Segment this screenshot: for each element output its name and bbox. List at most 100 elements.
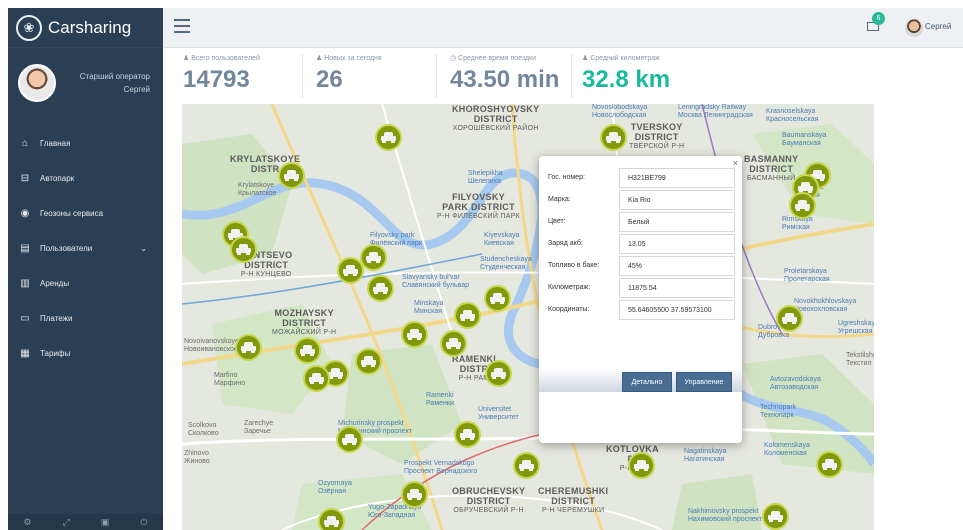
map-place-label: Proletarskaya Пролетарская bbox=[784, 268, 830, 283]
car-icon bbox=[236, 244, 251, 255]
car-marker[interactable] bbox=[367, 275, 394, 302]
car-marker[interactable] bbox=[600, 124, 627, 151]
car-marker[interactable] bbox=[776, 305, 803, 332]
sidebar-menu: ⌂ Главная ⊟ Автопарк ◉ Геозоны сервиса ▤… bbox=[8, 126, 163, 371]
sidebar-item-label: Аренды bbox=[40, 279, 70, 288]
map-place-label: Avtozavodskaya Автозаводская bbox=[770, 376, 821, 391]
map-place-label: Rimskaya Римская bbox=[782, 216, 813, 231]
car-marker[interactable] bbox=[454, 302, 481, 329]
car-marker[interactable] bbox=[762, 503, 789, 530]
map-place-label: Zhinovo Жиново bbox=[184, 450, 210, 465]
map-district-label: TVERSKOY DISTRICT ТВЕРСКОЙ Р-Н bbox=[629, 122, 685, 150]
stats-row: ♟ Всего пользователей 14793 ♟ Новых за с… bbox=[163, 48, 963, 104]
field-label: Марка: bbox=[548, 196, 571, 203]
menu-toggle-icon[interactable] bbox=[174, 19, 190, 33]
sidebar-item-label: Пользователи bbox=[40, 244, 93, 253]
car-fleet-icon: ⊟ bbox=[20, 173, 30, 184]
car-marker[interactable] bbox=[318, 508, 345, 530]
user-name[interactable]: Сергей bbox=[925, 22, 963, 31]
app-root: ❀ Carsharing Старший оператор Сергей ⌂ Г… bbox=[0, 0, 963, 530]
field-brand: Марка: Kia Rio bbox=[545, 190, 735, 211]
car-icon bbox=[822, 459, 837, 470]
car-marker[interactable] bbox=[513, 452, 540, 479]
car-marker[interactable] bbox=[454, 421, 481, 448]
car-marker[interactable] bbox=[401, 481, 428, 508]
car-marker[interactable] bbox=[440, 330, 467, 357]
map[interactable]: KRYLATSKOYE DISTR KHOROSHYOVSKY DISTRICT ХО… bbox=[182, 104, 874, 530]
map-place-label: Kiyevskaya Киевская bbox=[484, 232, 520, 247]
settings-icon[interactable]: ⚙ bbox=[24, 517, 32, 528]
car-marker[interactable] bbox=[484, 285, 511, 312]
profile-role: Старший оператор bbox=[79, 72, 150, 81]
map-place-label: Nakhimovsky prospekt Нахимовский проспект bbox=[688, 508, 763, 523]
car-marker[interactable] bbox=[485, 360, 512, 387]
notification-badge[interactable]: 6 bbox=[872, 12, 885, 25]
sidebar-item-rentals[interactable]: ▥ Аренды bbox=[8, 266, 163, 301]
field-label: Гос. номер: bbox=[548, 174, 585, 181]
avatar[interactable] bbox=[18, 64, 56, 102]
sidebar-item-label: Главная bbox=[40, 139, 71, 148]
car-marker[interactable] bbox=[336, 426, 363, 453]
brand[interactable]: ❀ Carsharing bbox=[8, 8, 163, 48]
field-value[interactable]: Kia Rio bbox=[619, 190, 735, 210]
car-icon bbox=[606, 132, 621, 143]
car-info-popup: × Гос. номер: Н321ВЕ799 Марка: Kia Rio Ц… bbox=[539, 156, 742, 443]
car-marker[interactable] bbox=[355, 348, 382, 375]
field-value[interactable]: 11875.54 bbox=[619, 278, 735, 298]
car-marker[interactable] bbox=[789, 192, 816, 219]
sidebar-item-label: Платежи bbox=[40, 314, 73, 323]
sidebar-item-fleet[interactable]: ⊟ Автопарк bbox=[8, 161, 163, 196]
car-icon bbox=[460, 310, 475, 321]
field-value[interactable]: 55.64605500 37.59573100 bbox=[619, 300, 735, 320]
power-icon[interactable]: ⏻ bbox=[140, 517, 147, 528]
car-marker[interactable] bbox=[235, 334, 262, 361]
field-label: Цвет: bbox=[548, 218, 566, 225]
stat-label: ◷ Среднее время поездки bbox=[450, 55, 537, 62]
field-value[interactable]: 45% bbox=[619, 256, 735, 276]
field-value[interactable]: Белый bbox=[619, 212, 735, 232]
map-place-label: Zarechye Заречье bbox=[244, 420, 274, 435]
map-place-label: Novokhokhlovskaya Новохохловская bbox=[794, 298, 857, 313]
field-label: Километраж: bbox=[548, 284, 591, 291]
sidebar-item-geozones[interactable]: ◉ Геозоны сервиса bbox=[8, 196, 163, 231]
stat-value: 43.50 min bbox=[450, 66, 560, 93]
stat-value: 32.8 km bbox=[582, 66, 671, 93]
car-marker[interactable] bbox=[375, 124, 402, 151]
car-icon bbox=[460, 429, 475, 440]
field-battery: Заряд акб: 13.05 bbox=[545, 234, 735, 255]
field-mileage: Километраж: 11875.54 bbox=[545, 278, 735, 299]
map-place-label: Minskaya Минская bbox=[414, 300, 444, 315]
sidebar-item-tariffs[interactable]: ▦ Тарифы bbox=[8, 336, 163, 371]
car-marker[interactable] bbox=[294, 337, 321, 364]
sidebar-item-users[interactable]: ▤ Пользователи ⌄ bbox=[8, 231, 163, 266]
divider bbox=[436, 54, 437, 98]
sidebar-item-home[interactable]: ⌂ Главная bbox=[8, 126, 163, 161]
car-marker[interactable] bbox=[816, 451, 843, 478]
car-marker[interactable] bbox=[628, 452, 655, 479]
car-marker[interactable] bbox=[303, 365, 330, 392]
control-button[interactable]: Управление bbox=[676, 372, 732, 392]
lock-icon[interactable]: ▣ bbox=[101, 517, 110, 528]
close-icon[interactable]: × bbox=[733, 158, 738, 168]
profile: Старший оператор Сергей bbox=[8, 48, 163, 118]
car-marker[interactable] bbox=[360, 244, 387, 271]
field-value[interactable]: Н321ВЕ799 bbox=[619, 168, 735, 188]
car-marker[interactable] bbox=[401, 321, 428, 348]
fullscreen-icon[interactable]: ⤢ bbox=[63, 517, 70, 528]
car-marker[interactable] bbox=[278, 162, 305, 189]
details-button[interactable]: Детально bbox=[622, 372, 672, 392]
map-district-label: FILYOVSKY PARK DISTRICT Р-Н ФИЛЁВСКИЙ ПАРК bbox=[437, 192, 521, 220]
field-value[interactable]: 13.05 bbox=[619, 234, 735, 254]
stat-label: ♟ Средний километраж bbox=[582, 55, 660, 62]
list-icon: ▦ bbox=[20, 348, 30, 359]
user-avatar[interactable] bbox=[905, 19, 923, 37]
car-marker[interactable] bbox=[230, 236, 257, 263]
globe-icon: ◉ bbox=[20, 208, 30, 219]
car-icon bbox=[634, 460, 649, 471]
map-place-label: Novoslobodskaya Новослободская bbox=[592, 104, 648, 119]
brand-name: Carsharing bbox=[48, 17, 132, 37]
field-fuel: Топливо в баке: 45% bbox=[545, 256, 735, 277]
map-place-label: Ozyornaya Озёрная bbox=[318, 480, 352, 495]
map-place-label: Baumanskaya Бауманская bbox=[782, 132, 827, 147]
sidebar-item-payments[interactable]: ▭ Платежи bbox=[8, 301, 163, 336]
